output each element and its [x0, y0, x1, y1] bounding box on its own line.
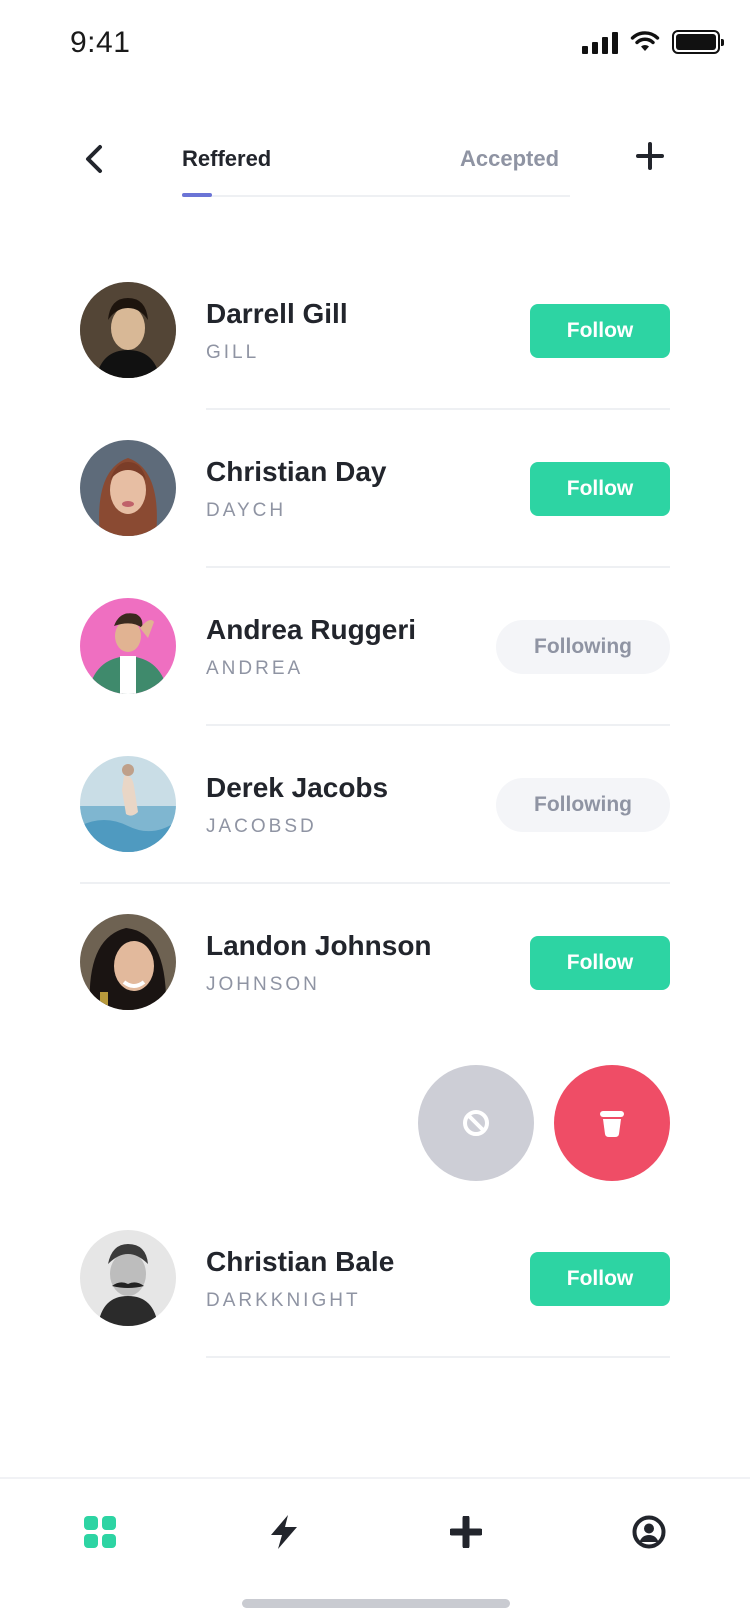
status-icons [582, 30, 724, 54]
user-name: Landon Johnson [206, 930, 432, 961]
add-icon[interactable] [634, 140, 666, 172]
wifi-icon [630, 31, 660, 51]
avatar [80, 756, 176, 852]
follow-button[interactable]: Follow [530, 462, 670, 516]
list-item[interactable]: Andrea Ruggeri ANDREA Following [0, 586, 750, 696]
block-button[interactable] [418, 1065, 534, 1181]
avatar [80, 1230, 176, 1326]
divider [206, 724, 670, 726]
block-icon [463, 1110, 489, 1136]
nav-activity[interactable] [264, 1512, 304, 1552]
status-bar: 9:41 [0, 0, 750, 90]
home-indicator [242, 1599, 510, 1608]
grid-icon [84, 1516, 116, 1548]
signal-icon [582, 30, 618, 54]
battery-icon [672, 30, 724, 54]
user-name: Andrea Ruggeri [206, 614, 417, 645]
user-handle: DARKKNIGHT [206, 1290, 361, 1311]
bottom-nav [0, 1477, 750, 1624]
user-handle: GILL [206, 342, 260, 363]
tab-accepted[interactable]: Accepted [460, 146, 559, 172]
list-item[interactable]: Darrell Gill GILL Follow [0, 270, 750, 380]
list-item[interactable]: Christian Day DAYCH Follow [0, 428, 750, 538]
avatar [80, 282, 176, 378]
user-handle: JACOBSD [206, 816, 317, 837]
header: Reffered Accepted [0, 130, 750, 200]
follow-button[interactable]: Follow [530, 936, 670, 990]
nav-profile[interactable] [629, 1512, 669, 1552]
following-button[interactable]: Following [496, 778, 670, 832]
delete-button[interactable] [554, 1065, 670, 1181]
user-handle: JOHNSON [206, 974, 320, 995]
divider [206, 566, 670, 568]
active-tab-indicator [182, 193, 212, 197]
list-item[interactable]: Derek Jacobs JACOBSD Following [0, 744, 750, 854]
user-name: Christian Day [206, 456, 387, 487]
divider [206, 1356, 670, 1358]
nav-create[interactable] [446, 1512, 486, 1552]
tab-underline [182, 195, 570, 197]
user-handle: ANDREA [206, 658, 304, 679]
avatar [80, 914, 176, 1010]
user-name: Christian Bale [206, 1246, 395, 1277]
trash-icon [600, 1111, 624, 1137]
nav-home[interactable] [80, 1512, 120, 1552]
follow-button[interactable]: Follow [530, 1252, 670, 1306]
user-handle: DAYCH [206, 500, 287, 521]
profile-icon [632, 1515, 666, 1549]
avatar [80, 598, 176, 694]
following-button[interactable]: Following [496, 620, 670, 674]
lightning-icon [271, 1515, 297, 1549]
follow-button[interactable]: Follow [530, 304, 670, 358]
user-name: Derek Jacobs [206, 772, 389, 803]
status-time: 9:41 [70, 26, 131, 59]
divider [80, 882, 670, 884]
tab-reffered[interactable]: Reffered [182, 146, 271, 172]
avatar [80, 440, 176, 536]
list-item[interactable]: Landon Johnson JOHNSON Follow [0, 902, 750, 1012]
divider [206, 408, 670, 410]
back-icon[interactable] [78, 142, 112, 176]
user-name: Darrell Gill [206, 298, 348, 329]
list-item[interactable]: Christian Bale DARKKNIGHT Follow [0, 1218, 750, 1328]
plus-icon [450, 1516, 482, 1548]
